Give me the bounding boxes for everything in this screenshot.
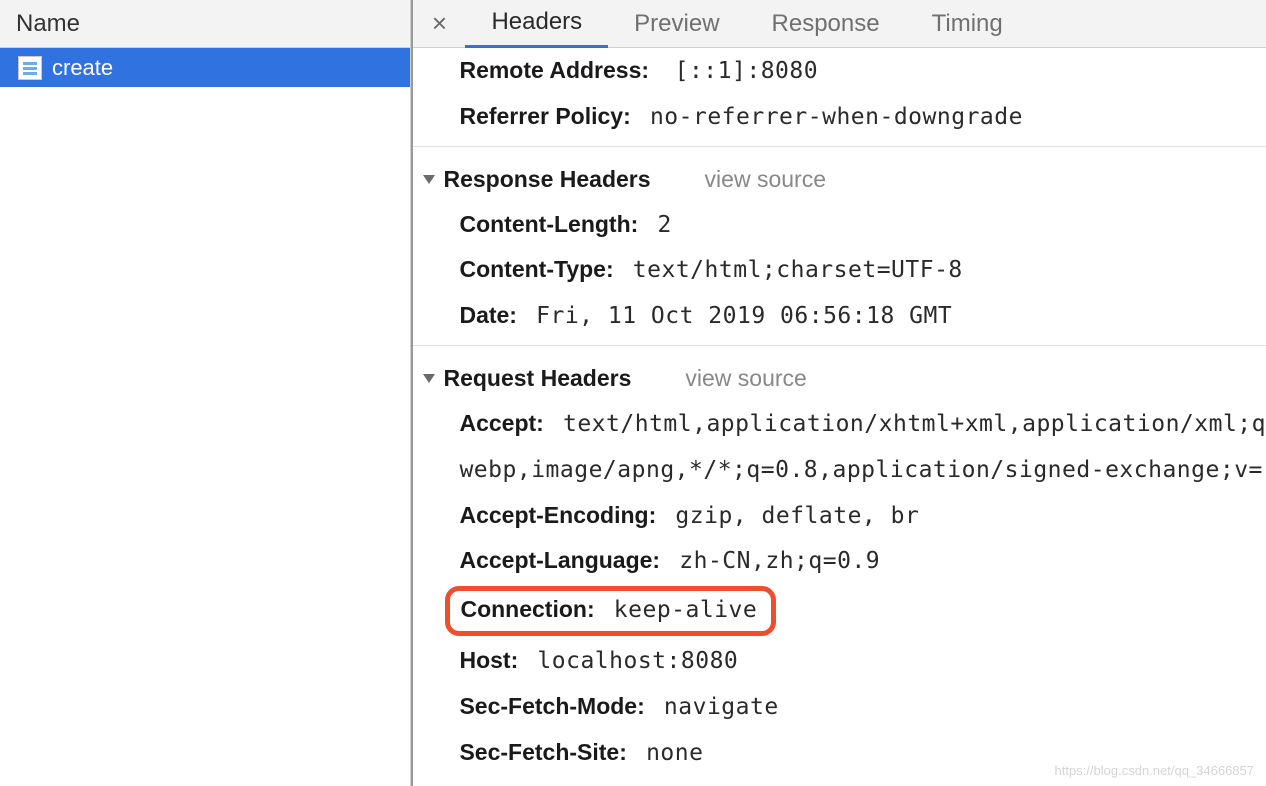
watermark: https://blog.csdn.net/qq_34666857 — [1055, 763, 1255, 778]
row-referrer-policy: Referrer Policy: no-referrer-when-downgr… — [413, 94, 1266, 140]
accept-value-line1: text/html,application/xhtml+xml,applicat… — [563, 411, 1266, 437]
row-sec-fetch-mode: Sec-Fetch-Mode: navigate — [413, 684, 1266, 730]
accept-encoding-key: Accept-Encoding: — [459, 502, 656, 528]
sec-fetch-site-key: Sec-Fetch-Site: — [459, 739, 626, 765]
content-type-value: text/html;charset=UTF-8 — [633, 257, 963, 283]
request-name: create — [52, 55, 113, 81]
close-icon[interactable]: × — [421, 8, 457, 39]
row-accept-language: Accept-Language: zh-CN,zh;q=0.9 — [413, 538, 1266, 584]
content-length-key: Content-Length: — [459, 211, 638, 237]
response-headers-section[interactable]: Response Headers view source — [413, 157, 1266, 202]
row-accept: Accept: text/html,application/xhtml+xml,… — [413, 401, 1266, 447]
tab-response[interactable]: Response — [746, 0, 906, 48]
tab-preview[interactable]: Preview — [608, 0, 745, 48]
sidebar-header-name[interactable]: Name — [0, 0, 410, 48]
connection-key: Connection: — [460, 596, 594, 622]
accept-language-value: zh-CN,zh;q=0.9 — [679, 548, 880, 574]
content-type-key: Content-Type: — [459, 256, 613, 282]
response-headers-title: Response Headers — [443, 157, 650, 202]
tab-timing[interactable]: Timing — [906, 0, 1029, 48]
request-headers-section[interactable]: Request Headers view source — [413, 356, 1266, 401]
row-content-length: Content-Length: 2 — [413, 202, 1266, 248]
sec-fetch-site-value: none — [646, 740, 703, 766]
headers-content: Remote Address: [::1]:8080 Referrer Poli… — [413, 48, 1266, 786]
tab-headers[interactable]: Headers — [465, 0, 608, 48]
content-length-value: 2 — [657, 212, 671, 238]
chevron-down-icon — [423, 175, 435, 184]
network-sidebar: Name create — [0, 0, 411, 786]
row-accept-encoding: Accept-Encoding: gzip, deflate, br — [413, 493, 1266, 539]
date-key: Date: — [459, 302, 517, 328]
connection-value: keep-alive — [614, 597, 757, 623]
date-value: Fri, 11 Oct 2019 06:56:18 GMT — [536, 303, 952, 329]
row-remote-address: Remote Address: [::1]:8080 — [413, 48, 1266, 94]
chevron-down-icon — [423, 374, 435, 383]
row-connection: Connection: keep-alive — [413, 586, 1266, 636]
details-pane: × Headers Preview Response Timing Remote… — [411, 0, 1266, 786]
host-value: localhost:8080 — [537, 648, 738, 674]
accept-value-line2: webp,image/apng,*/*;q=0.8,application/si… — [459, 457, 1262, 483]
request-view-source[interactable]: view source — [685, 356, 806, 401]
referrer-policy-key: Referrer Policy: — [459, 103, 630, 129]
remote-address-key: Remote Address: — [459, 57, 649, 83]
host-key: Host: — [459, 647, 518, 673]
accept-key: Accept: — [459, 410, 543, 436]
tab-bar: × Headers Preview Response Timing — [413, 0, 1266, 48]
row-content-type: Content-Type: text/html;charset=UTF-8 — [413, 247, 1266, 293]
remote-address-value: [::1]:8080 — [675, 58, 818, 84]
accept-encoding-value: gzip, deflate, br — [675, 503, 919, 529]
row-host: Host: localhost:8080 — [413, 638, 1266, 684]
response-view-source[interactable]: view source — [705, 157, 826, 202]
request-headers-title: Request Headers — [443, 356, 631, 401]
connection-highlight: Connection: keep-alive — [445, 586, 776, 636]
sec-fetch-mode-value: navigate — [664, 694, 779, 720]
request-row-create[interactable]: create — [0, 48, 410, 87]
row-accept-cont: webp,image/apng,*/*;q=0.8,application/si… — [413, 447, 1266, 493]
accept-language-key: Accept-Language: — [459, 547, 660, 573]
file-icon — [18, 56, 42, 80]
sec-fetch-mode-key: Sec-Fetch-Mode: — [459, 693, 644, 719]
referrer-policy-value: no-referrer-when-downgrade — [650, 104, 1023, 130]
row-date: Date: Fri, 11 Oct 2019 06:56:18 GMT — [413, 293, 1266, 339]
